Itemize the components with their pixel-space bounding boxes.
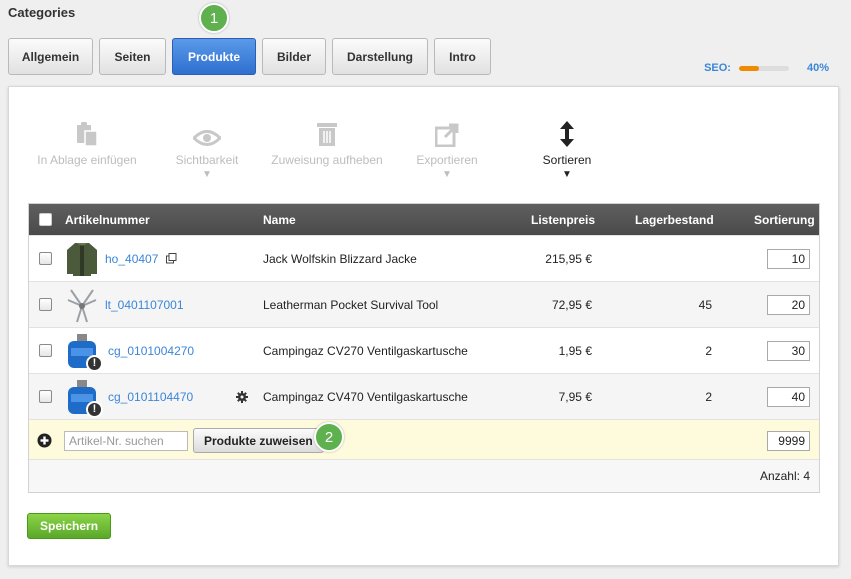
product-price: 7,95 €: [558, 389, 592, 404]
sort-order-input[interactable]: 10: [767, 248, 810, 269]
sort-arrows-icon: [507, 115, 627, 147]
product-name: Leatherman Pocket Survival Tool: [263, 297, 439, 312]
select-all-checkbox[interactable]: [39, 213, 52, 226]
product-price: 215,95 €: [545, 251, 592, 266]
col-header-sort[interactable]: Sortierung: [754, 204, 815, 235]
warning-icon: !: [86, 400, 103, 418]
sort-order-input[interactable]: 40: [767, 386, 810, 407]
toolbar-label: Sichtbarkeit: [175, 153, 239, 167]
product-stock: 2: [705, 389, 712, 404]
table-row[interactable]: lt_0401107001 Leatherman Pocket Survival…: [29, 281, 819, 327]
warning-icon: !: [86, 354, 103, 372]
chevron-down-icon: ▼: [442, 169, 452, 180]
toolbar-label: Zuweisung aufheben: [271, 153, 383, 167]
product-sku-link[interactable]: cg_0101004270: [108, 328, 194, 373]
row-checkbox[interactable]: [39, 344, 52, 357]
product-sku-link[interactable]: cg_0101104470: [108, 374, 193, 419]
row-checkbox[interactable]: [39, 390, 52, 403]
chevron-down-icon: ▼: [562, 169, 572, 180]
product-stock: [639, 236, 712, 281]
toolbar-export-button[interactable]: Exportieren ▼: [387, 115, 507, 180]
row-checkbox[interactable]: [39, 298, 52, 311]
tab-bilder[interactable]: Bilder: [262, 38, 326, 75]
toolbar: In Ablage einfügen Sichtbarkeit ▼ Zuweis…: [27, 115, 627, 180]
trash-icon: [267, 115, 387, 147]
product-name: Jack Wolfskin Blizzard Jacke: [263, 251, 417, 266]
step-badge-2: 2: [314, 422, 344, 452]
jacket-thumbnail: [65, 240, 99, 278]
sort-order-input[interactable]: 20: [767, 294, 810, 315]
seo-value: 40%: [806, 62, 829, 74]
export-icon: [387, 115, 507, 147]
gear-icon[interactable]: [236, 374, 248, 419]
item-count: Anzahl: 4: [759, 469, 810, 483]
table-row[interactable]: ho_40407 Jack Wolfskin Blizzard Jacke 21…: [29, 235, 819, 281]
table-footer: Anzahl: 4: [29, 459, 819, 492]
page-title: Categories: [8, 5, 76, 20]
toolbar-unassign-button[interactable]: Zuweisung aufheben: [267, 115, 387, 180]
external-link-icon[interactable]: [166, 236, 177, 281]
product-price: 1,95 €: [558, 343, 592, 358]
step-badge-1: 1: [199, 3, 229, 33]
seo-indicator: SEO: 40%: [704, 62, 829, 74]
product-price: 72,95 €: [551, 297, 592, 312]
toolbar-sort-button[interactable]: Sortieren ▼: [507, 115, 627, 180]
tab-allgemein[interactable]: Allgemein: [8, 38, 93, 75]
tab-intro[interactable]: Intro: [434, 38, 491, 75]
product-name: Campingaz CV270 Ventilgaskartusche: [263, 343, 468, 358]
gas-cartridge-thumbnail: !: [65, 332, 103, 372]
products-panel: In Ablage einfügen Sichtbarkeit ▼ Zuweis…: [8, 86, 839, 566]
toolbar-visibility-button[interactable]: Sichtbarkeit ▼: [147, 115, 267, 180]
table-row[interactable]: ! cg_0101004270 Campingaz CV270 Ventilga…: [29, 327, 819, 373]
table-header: Artikelnummer Name Listenpreis Lagerbest…: [29, 204, 819, 235]
gas-cartridge-thumbnail: !: [65, 378, 103, 418]
col-header-stock[interactable]: Lagerbestand: [635, 204, 714, 235]
new-sort-order-input[interactable]: 9999: [767, 431, 810, 451]
multitool-thumbnail: [65, 286, 99, 324]
col-header-price[interactable]: Listenpreis: [531, 204, 595, 235]
table-row[interactable]: ! cg_0101104470 Campingaz CV470 Ventilga…: [29, 373, 819, 419]
save-button[interactable]: Speichern: [27, 513, 112, 539]
tab-bar: Allgemein Seiten Produkte Bilder Darstel…: [8, 38, 497, 75]
toolbar-clipboard-button[interactable]: In Ablage einfügen: [27, 115, 147, 180]
add-circle-icon[interactable]: [37, 433, 52, 451]
product-sku-link[interactable]: ho_40407: [105, 236, 158, 281]
product-table: Artikelnummer Name Listenpreis Lagerbest…: [28, 203, 820, 493]
sort-order-input[interactable]: 30: [767, 340, 810, 361]
clipboard-icon: [27, 115, 147, 147]
toolbar-label: Sortieren: [542, 153, 592, 167]
seo-progress-fill: [738, 65, 759, 71]
tab-produkte[interactable]: Produkte: [172, 38, 256, 75]
toolbar-label: In Ablage einfügen: [37, 153, 137, 167]
col-header-sku[interactable]: Artikelnummer: [65, 204, 150, 235]
chevron-down-icon: ▼: [202, 169, 212, 180]
tab-darstellung[interactable]: Darstellung: [332, 38, 428, 75]
row-checkbox[interactable]: [39, 252, 52, 265]
assign-products-row: Artikel-Nr. suchen Produkte zuweisen 999…: [29, 419, 819, 459]
product-name: Campingaz CV470 Ventilgaskartusche: [263, 389, 468, 404]
product-stock: 2: [705, 343, 712, 358]
sku-search-input[interactable]: Artikel-Nr. suchen: [64, 431, 188, 451]
toolbar-label: Exportieren: [416, 153, 478, 167]
product-stock: 45: [698, 297, 712, 312]
tab-seiten[interactable]: Seiten: [99, 38, 166, 75]
eye-icon: [147, 115, 267, 147]
seo-label: SEO:: [704, 62, 731, 74]
product-sku-link[interactable]: lt_0401107001: [105, 282, 184, 327]
seo-progress-bar: [738, 65, 789, 71]
col-header-name[interactable]: Name: [263, 204, 296, 235]
assign-products-button[interactable]: Produkte zuweisen: [193, 428, 324, 453]
